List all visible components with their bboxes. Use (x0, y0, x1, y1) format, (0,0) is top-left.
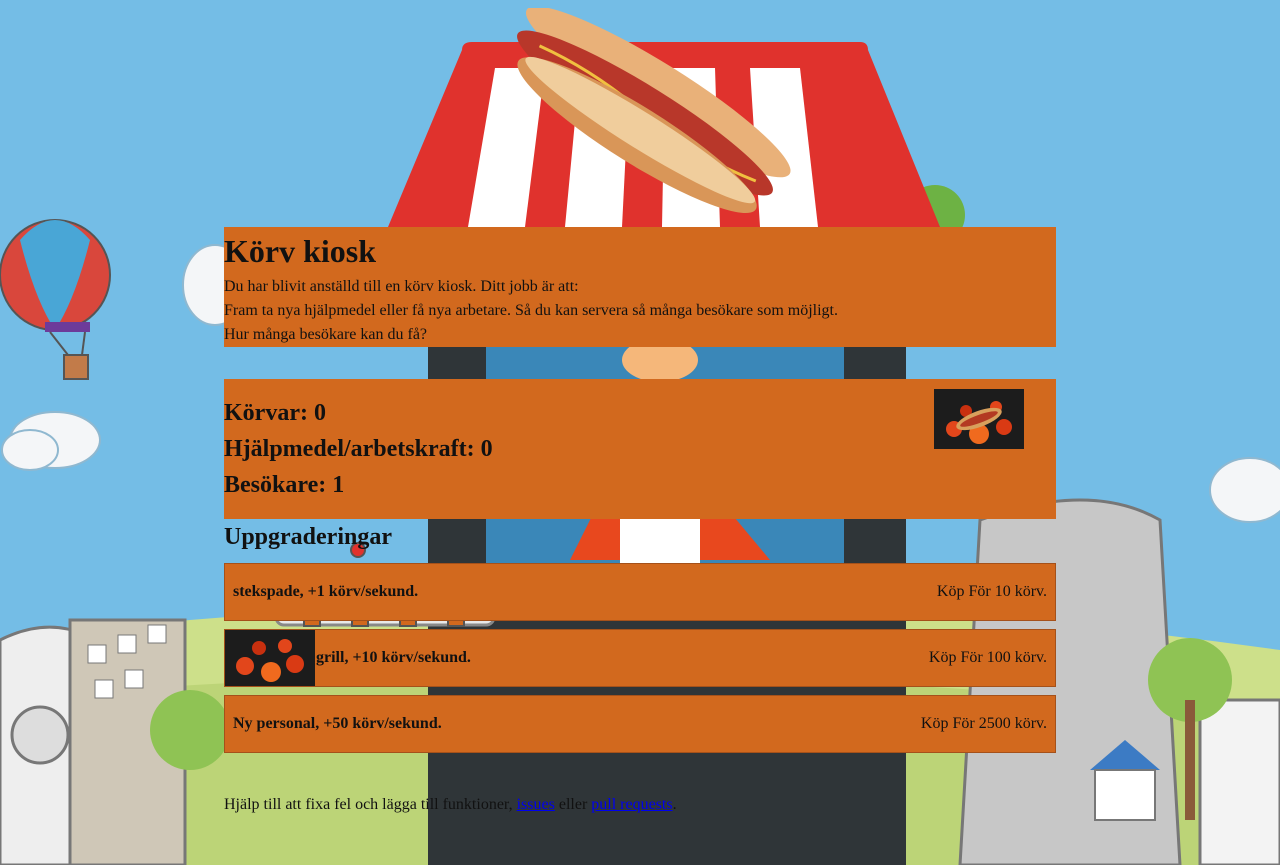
grill-icon (225, 630, 315, 686)
page-title: Körv kiosk (224, 233, 377, 269)
besokare-count: Besökare: 1 (224, 472, 345, 498)
hjalpmedel-count: Hjälpmedel/arbetskraft: 0 (224, 436, 493, 462)
pull-requests-link[interactable]: pull requests (591, 796, 672, 813)
upgrade-price-button[interactable]: Köp För 100 körv. (929, 648, 1047, 668)
upgrade-name: grill, +10 körv/sekund. (316, 649, 471, 666)
intro-line-1: Du har blivit anställd till en körv kios… (224, 278, 579, 295)
footer-text-end: . (672, 796, 677, 813)
intro-line-3: Hur många besökare kan du få? (224, 326, 428, 343)
upgrade-grill[interactable]: grill, +10 körv/sekund. Köp För 100 körv… (224, 629, 1056, 687)
intro-panel: Körv kiosk Du har blivit anställd till e… (224, 227, 1056, 347)
issues-link[interactable]: issues (517, 796, 555, 813)
hotdog-icon[interactable] (490, 8, 800, 218)
stats-panel: Körvar: 0 Hjälpmedel/arbetskraft: 0 Besö… (224, 379, 1056, 519)
upgrade-name: stekspade, +1 körv/sekund. (233, 583, 419, 600)
upgrade-stekspade[interactable]: stekspade, +1 körv/sekund. Köp För 10 kö… (224, 563, 1056, 621)
footer-text: Hjälp till att fixa fel och lägga till f… (224, 796, 513, 813)
footer-text-middle: eller (558, 796, 588, 813)
korvar-count: Körvar: 0 (224, 400, 326, 426)
grill-icon (934, 389, 1024, 449)
upgrade-price-button[interactable]: Köp För 10 körv. (937, 582, 1047, 602)
footer: Hjälp till att fixa fel och lägga till f… (224, 795, 677, 815)
upgrade-name: Ny personal, +50 körv/sekund. (233, 715, 442, 732)
intro-line-2: Fram ta nya hjälpmedel eller få nya arbe… (224, 302, 838, 319)
upgrade-price-button[interactable]: Köp För 2500 körv. (921, 714, 1047, 734)
upgrades-title: Uppgraderingar (224, 524, 392, 550)
cloud-right (1209, 457, 1280, 523)
upgrade-ny-personal[interactable]: Ny personal, +50 körv/sekund. Köp För 25… (224, 695, 1056, 753)
